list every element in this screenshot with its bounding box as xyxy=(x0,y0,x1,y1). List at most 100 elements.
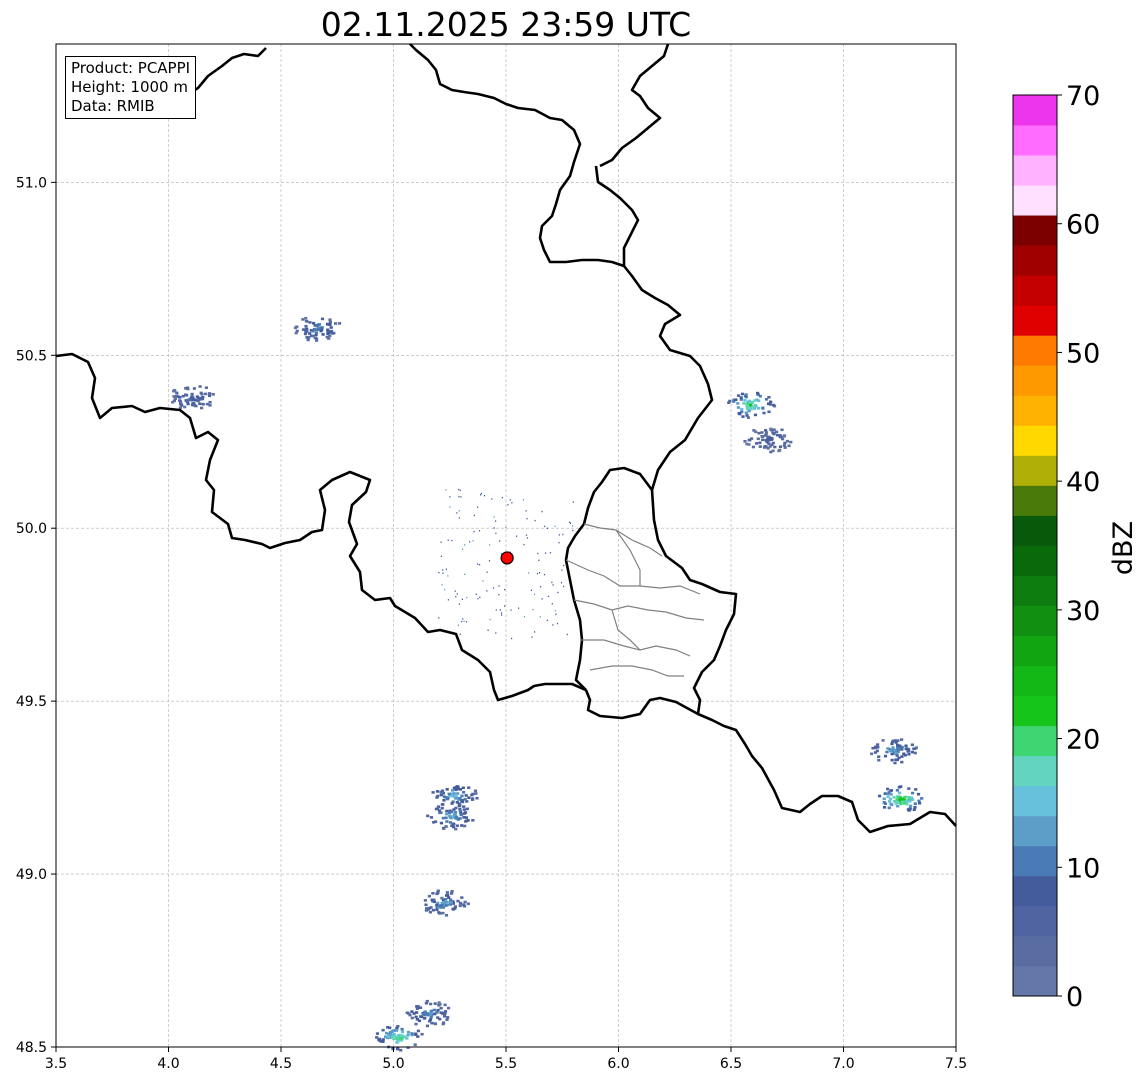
echo-pixel xyxy=(452,822,456,826)
colorbar-tick-label: 40 xyxy=(1066,467,1100,498)
clutter-pixel xyxy=(531,636,533,638)
echo-pixel xyxy=(413,1043,417,1046)
colorbar-segment xyxy=(1013,215,1057,246)
echo-pixel xyxy=(171,400,175,404)
echo-pixel xyxy=(754,430,758,434)
echo-pixel xyxy=(758,441,762,445)
colorbar-segment xyxy=(1013,305,1057,336)
clutter-pixel xyxy=(562,533,564,536)
echo-pixel xyxy=(887,806,891,810)
echo-pixel xyxy=(886,787,890,791)
echo-pixel xyxy=(873,746,877,750)
clutter-pixel xyxy=(534,519,536,522)
echo-pixel xyxy=(734,398,738,401)
luxembourg-district-borders xyxy=(565,523,705,677)
echo-pixel xyxy=(459,813,463,817)
clutter-pixel xyxy=(572,529,574,532)
echo-pixel xyxy=(905,747,909,750)
clutter-pixel xyxy=(541,598,543,600)
colorbar-segment xyxy=(1013,965,1057,997)
echo-pixel xyxy=(427,894,431,898)
echo-pixel xyxy=(450,890,454,893)
clutter-pixel xyxy=(539,572,541,574)
echo-pixel xyxy=(749,403,753,407)
echo-pixel xyxy=(895,798,899,801)
echo-pixel xyxy=(199,396,203,400)
clutter-pixel xyxy=(472,540,474,542)
echo-pixel xyxy=(211,393,215,396)
clutter-pixel xyxy=(458,510,460,512)
echo-pixel xyxy=(890,758,894,762)
clutter-pixel xyxy=(510,609,512,611)
clutter-pixel xyxy=(501,612,503,614)
echo-pixel xyxy=(757,431,761,435)
echo-pixel xyxy=(783,441,787,445)
echo-pixel xyxy=(462,808,466,811)
echo-pixel xyxy=(191,396,195,399)
echo-pixel xyxy=(772,431,776,435)
colorbar-segment xyxy=(1013,875,1057,907)
echo-pixel xyxy=(764,429,768,432)
echo-pixel xyxy=(892,796,896,799)
echo-pixel xyxy=(458,797,462,800)
clutter-pixel xyxy=(441,584,443,586)
echo-pixel xyxy=(737,412,741,415)
echo-pixel xyxy=(910,750,914,754)
colorbar-tick-label: 50 xyxy=(1066,338,1100,369)
echo-pixel xyxy=(308,332,312,335)
echo-pixel xyxy=(400,1037,404,1040)
echo-pixel xyxy=(899,798,903,801)
echo-pixel xyxy=(910,796,914,800)
echo-pixel xyxy=(905,795,910,799)
y-tick-label: 50.0 xyxy=(16,521,47,537)
echo-pixel xyxy=(423,1010,427,1014)
echo-pixel xyxy=(780,428,784,432)
echo-pixel xyxy=(895,789,899,792)
y-tick-label: 49.0 xyxy=(16,867,47,883)
clutter-pixel xyxy=(465,621,468,623)
echo-pixel xyxy=(900,755,904,758)
echo-pixel xyxy=(456,785,460,789)
echo-pixel xyxy=(441,911,445,915)
clutter-pixel xyxy=(540,586,542,588)
echo-pixel xyxy=(441,1011,445,1015)
echo-pixel xyxy=(739,396,743,399)
echo-pixel xyxy=(315,324,319,328)
echo-pixel xyxy=(458,809,462,813)
echo-pixel xyxy=(450,802,454,805)
clutter-pixel xyxy=(461,620,463,623)
echo-pixel xyxy=(204,386,208,389)
echo-pixel xyxy=(415,1018,419,1021)
clutter-pixel xyxy=(498,585,500,587)
clutter-pixel xyxy=(522,499,525,501)
grid-lines xyxy=(55,44,957,1048)
echo-pixel xyxy=(329,326,333,329)
echo-pixel xyxy=(442,795,446,798)
echo-pixel xyxy=(899,802,903,806)
echo-pixel xyxy=(444,901,448,905)
echo-pixel xyxy=(442,827,446,830)
echo-pixel xyxy=(305,330,309,333)
echo-pixel xyxy=(918,801,922,805)
echo-pixel xyxy=(778,435,782,438)
echo-pixel xyxy=(458,788,462,791)
y-tick-label: 51.0 xyxy=(16,175,47,191)
echo-pixel xyxy=(875,749,879,753)
echo-pixel xyxy=(750,401,755,404)
echo-pixel xyxy=(753,413,758,417)
echo-pixel xyxy=(429,816,434,819)
echo-pixel xyxy=(467,786,471,789)
echo-pixel xyxy=(452,808,456,811)
echo-pixel xyxy=(448,815,452,818)
clutter-pixel xyxy=(495,520,497,522)
echo-pixel xyxy=(425,999,429,1003)
clutter-pixel xyxy=(560,582,563,584)
echo-cell xyxy=(171,385,215,410)
echo-cell xyxy=(743,427,793,454)
echo-pixel xyxy=(463,798,467,801)
echo-pixel xyxy=(304,324,308,328)
echo-pixel xyxy=(208,392,212,395)
echo-pixel xyxy=(198,402,202,406)
colorbar-tick-label: 30 xyxy=(1066,596,1100,627)
echo-pixel xyxy=(173,397,177,400)
